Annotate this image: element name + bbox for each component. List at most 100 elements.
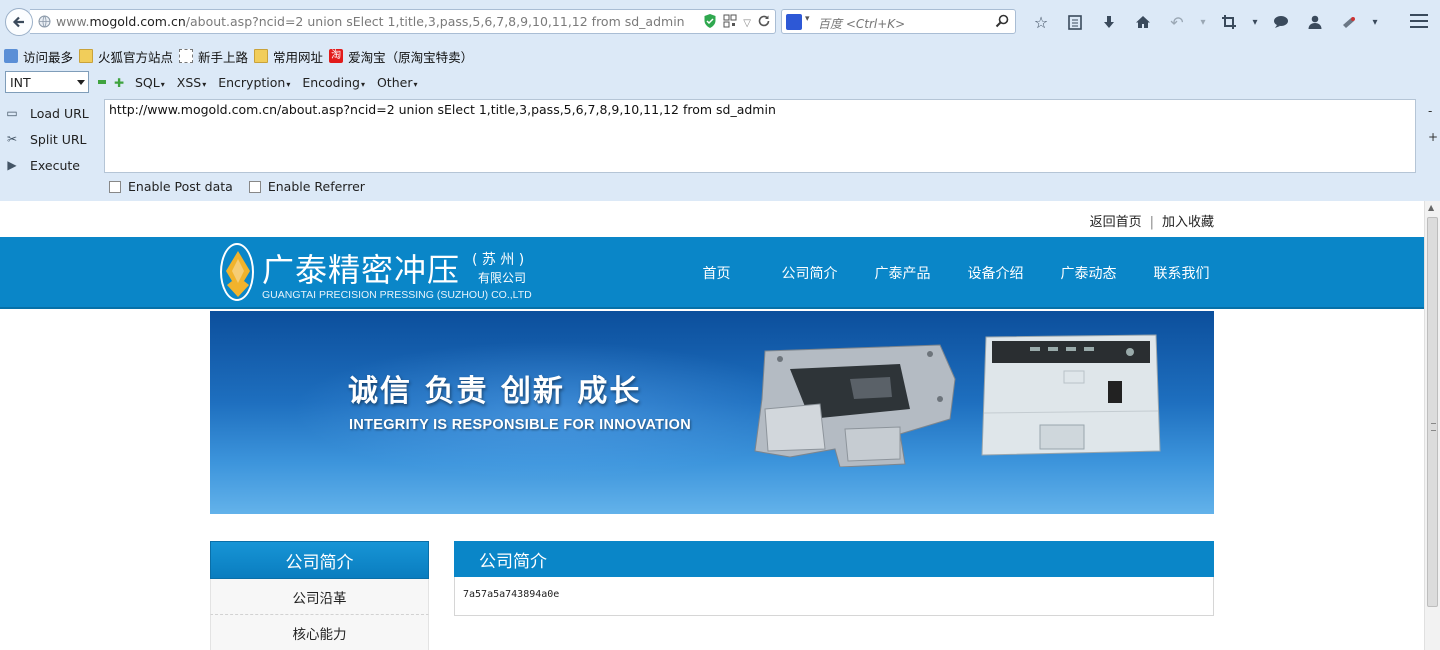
bookmark-label: 爱淘宝（原淘宝特卖）	[348, 49, 474, 65]
hero-banner: 诚信 负责 创新 成长 INTEGRITY IS RESPONSIBLE FOR…	[210, 311, 1214, 514]
metal-plate-product-image	[754, 344, 956, 467]
shield-icon[interactable]	[703, 13, 717, 33]
undo-dropdown-icon[interactable]: ▾	[1194, 11, 1212, 33]
search-icon[interactable]	[995, 14, 1009, 32]
crop-dropdown-icon[interactable]: ▾	[1246, 11, 1264, 33]
url-path: /about.asp?ncid=2 union sElect 1,title,3…	[185, 14, 685, 29]
laptop-case-product-image	[981, 334, 1161, 456]
content-title: 公司简介	[454, 541, 1214, 577]
execute-button[interactable]: ▶ Execute	[0, 152, 100, 178]
bookmark-label: 常用网址	[273, 49, 324, 65]
nav-contact[interactable]: 联系我们	[1135, 237, 1228, 309]
nav-equipment[interactable]: 设备介绍	[949, 237, 1042, 309]
site-header: 广泰精密冲压 ( 苏 州 ) 有限公司 GUANGTAI PRECISION P…	[0, 237, 1424, 309]
type-select[interactable]: INT	[5, 71, 89, 93]
hackbar-url-textarea[interactable]: http://www.mogold.com.cn/about.asp?ncid=…	[104, 99, 1416, 173]
scroll-thumb[interactable]	[1427, 217, 1438, 607]
split-url-label: Split URL	[30, 131, 87, 147]
top-links: 返回首页 | 加入收藏	[1089, 215, 1214, 230]
home-link[interactable]: 返回首页	[1090, 215, 1142, 230]
company-logo[interactable]: 广泰精密冲压 ( 苏 州 ) 有限公司 GUANGTAI PRECISION P…	[220, 243, 550, 303]
shrink-button[interactable]: -	[1428, 104, 1432, 118]
nav-products[interactable]: 广泰产品	[856, 237, 949, 309]
baidu-icon[interactable]	[786, 14, 802, 30]
taobao-icon: 淘	[329, 49, 344, 63]
qr-icon[interactable]	[723, 14, 737, 32]
page-scrollbar[interactable]: ▲	[1424, 201, 1440, 650]
banner-english: INTEGRITY IS RESPONSIBLE FOR INNOVATION	[349, 417, 692, 433]
bookmark-label: 新手上路	[198, 49, 249, 65]
bookmark-most-visited[interactable]: 访问最多	[4, 47, 73, 66]
crop-icon[interactable]	[1212, 11, 1246, 33]
addon-dropdown-icon[interactable]: ▾	[1366, 11, 1384, 33]
scroll-up-icon[interactable]: ▲	[1428, 203, 1434, 212]
menu-other[interactable]: Other	[377, 75, 418, 90]
increase-icon[interactable]: ✚	[114, 76, 124, 90]
reader-icon[interactable]	[1058, 11, 1092, 33]
bookmark-label: 访问最多	[23, 49, 74, 65]
bookmark-common-sites[interactable]: 常用网址	[254, 47, 323, 66]
nav-news[interactable]: 广泰动态	[1042, 237, 1135, 309]
split-url-button[interactable]: ✂ Split URL	[0, 126, 100, 152]
person-icon[interactable]	[1298, 11, 1332, 33]
address-bar[interactable]: www.mogold.com.cn/about.asp?ncid=2 union…	[30, 9, 776, 34]
back-button[interactable]	[5, 8, 33, 36]
checkbox-box	[109, 180, 121, 193]
dropdown-icon[interactable]: ▽	[743, 18, 751, 29]
star-icon[interactable]: ☆	[1024, 11, 1058, 33]
folder-icon	[79, 49, 94, 63]
logo-ltd: 有限公司	[478, 271, 527, 285]
load-url-button[interactable]: ▭ Load URL	[0, 100, 100, 126]
menu-sql[interactable]: SQL	[135, 75, 165, 90]
search-bar[interactable]: ▾ 百度 <Ctrl+K>	[781, 9, 1016, 34]
hackbar-toolbar: INT ✚ SQL XSS Encryption Encoding Other	[0, 70, 1440, 96]
expand-button[interactable]: +	[1428, 130, 1438, 144]
menu-xss[interactable]: XSS	[177, 75, 206, 90]
engine-dropdown-icon[interactable]: ▾	[805, 14, 810, 24]
load-url-icon: ▭	[6, 106, 18, 120]
toolbar-icons: ☆ ↶ ▾ ▾ ▾	[1024, 11, 1384, 33]
page-icon	[179, 49, 194, 63]
enable-referrer-checkbox[interactable]: Enable Referrer	[248, 179, 365, 194]
menu-encryption[interactable]: Encryption	[218, 75, 290, 90]
load-url-label: Load URL	[30, 105, 89, 121]
sidebar: 公司简介 公司沿革 核心能力	[210, 541, 429, 650]
content-body: 7a57a5a743894a0e	[454, 577, 1214, 616]
nav-home[interactable]: 首页	[670, 237, 763, 309]
nav-about[interactable]: 公司简介	[763, 237, 856, 309]
chat-icon[interactable]	[1264, 11, 1298, 33]
type-select-value: INT	[10, 75, 31, 90]
bookmark-firefox-official[interactable]: 火狐官方站点	[79, 47, 173, 66]
logo-chinese-name: 广泰精密冲压	[262, 251, 461, 289]
hackbar-actions: ▭ Load URL ✂ Split URL ▶ Execute	[0, 100, 100, 178]
globe-icon	[38, 15, 51, 32]
execute-label: Execute	[30, 157, 80, 173]
puzzle-icon[interactable]	[1332, 11, 1366, 33]
home-icon[interactable]	[1126, 11, 1160, 33]
download-icon[interactable]	[1092, 11, 1126, 33]
hackbar-options: Enable Post data Enable Referrer	[109, 179, 365, 194]
menu-icon[interactable]	[1408, 11, 1430, 31]
sidebar-item-capability[interactable]: 核心能力	[210, 615, 429, 650]
banner-slogan: 诚信 负责 创新 成长	[348, 374, 642, 409]
bookmark-ai-taobao[interactable]: 淘爱淘宝（原淘宝特卖）	[329, 47, 473, 66]
bookmarks-toolbar: 访问最多 火狐官方站点 新手上路 常用网址 淘爱淘宝（原淘宝特卖）	[0, 44, 1440, 68]
web-page: 返回首页 | 加入收藏 广泰精密冲压 ( 苏 州 ) 有限公司 GUANGTAI P…	[0, 201, 1424, 650]
url-text[interactable]: www.mogold.com.cn/about.asp?ncid=2 union…	[56, 14, 685, 29]
undo-icon[interactable]: ↶	[1160, 11, 1194, 33]
checkbox-box	[248, 180, 261, 193]
enable-post-checkbox[interactable]: Enable Post data	[109, 179, 233, 194]
reload-icon[interactable]	[757, 14, 771, 32]
folder-icon	[254, 49, 269, 63]
search-icon	[4, 49, 18, 63]
hackbar-menus: SQL XSS Encryption Encoding Other	[135, 75, 417, 90]
browser-chrome: www.mogold.com.cn/about.asp?ncid=2 union…	[0, 0, 1440, 201]
decrease-icon[interactable]	[98, 80, 106, 84]
bookmark-getting-started[interactable]: 新手上路	[179, 47, 248, 66]
play-icon: ▶	[7, 158, 17, 172]
navigation-toolbar: www.mogold.com.cn/about.asp?ncid=2 union…	[0, 0, 1440, 44]
sidebar-item-history[interactable]: 公司沿革	[210, 579, 429, 615]
scissors-icon: ✂	[6, 132, 18, 146]
add-favorite-link[interactable]: 加入收藏	[1162, 215, 1214, 230]
menu-encoding[interactable]: Encoding	[302, 75, 365, 90]
